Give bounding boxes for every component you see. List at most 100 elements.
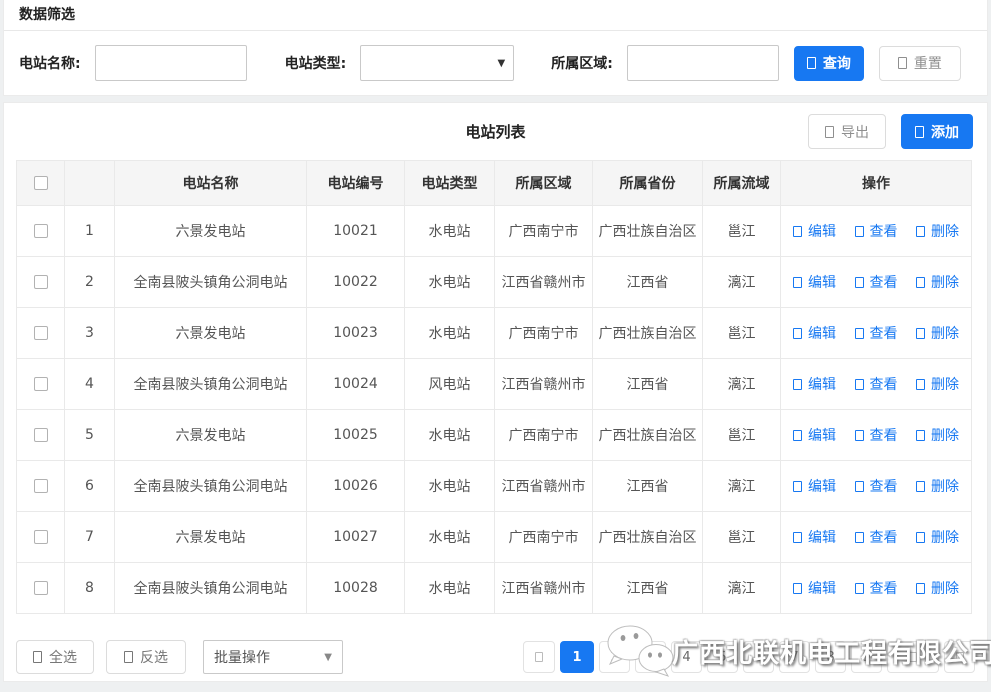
page-button-2[interactable]: 2	[599, 641, 630, 673]
view-link-label: 查看	[870, 323, 898, 343]
station-type-label: 电站类型:	[285, 53, 347, 73]
search-icon	[807, 57, 816, 69]
view-link[interactable]: 查看	[855, 272, 898, 292]
station-name-input[interactable]	[95, 45, 247, 81]
page-button-8[interactable]: 8	[815, 641, 846, 673]
delete-link[interactable]: 删除	[916, 374, 959, 394]
table-row: 6全南县陂头镇角公洞电站10026水电站江西省赣州市江西省漓江编辑查看删除	[17, 461, 972, 512]
edit-link[interactable]: 编辑	[793, 425, 836, 445]
view-link-label: 查看	[870, 425, 898, 445]
delete-link[interactable]: 删除	[916, 476, 959, 496]
page-button-9[interactable]: 9	[851, 641, 882, 673]
edit-icon	[793, 328, 802, 339]
prev-page-icon	[535, 652, 543, 662]
last-page-icon	[956, 652, 964, 662]
row-checkbox[interactable]	[34, 275, 48, 289]
delete-link[interactable]: 删除	[916, 272, 959, 292]
invert-select-button[interactable]: 反选	[106, 640, 186, 674]
page-button-3[interactable]: 3	[635, 641, 666, 673]
delete-link[interactable]: 删除	[916, 425, 959, 445]
reset-button[interactable]: 重置	[879, 46, 961, 81]
station-name-cell: 六景发电站	[115, 512, 307, 563]
edit-link[interactable]: 编辑	[793, 374, 836, 394]
delete-icon	[916, 430, 925, 441]
row-checkbox[interactable]	[34, 530, 48, 544]
delete-link-label: 删除	[931, 476, 959, 496]
prev-page-button[interactable]	[523, 641, 555, 673]
table-row: 1六景发电站10021水电站广西南宁市广西壮族自治区邕江编辑查看删除	[17, 206, 972, 257]
edit-link-label: 编辑	[808, 323, 836, 343]
view-link-label: 查看	[870, 221, 898, 241]
view-link[interactable]: 查看	[855, 476, 898, 496]
view-link[interactable]: 查看	[855, 374, 898, 394]
page-button-6[interactable]: 6	[743, 641, 774, 673]
row-index: 1	[65, 206, 115, 257]
province-cell: 广西壮族自治区	[593, 308, 703, 359]
station-name-cell: 全南县陂头镇角公洞电站	[115, 563, 307, 614]
edit-link-label: 编辑	[808, 578, 836, 598]
view-link[interactable]: 查看	[855, 425, 898, 445]
row-index: 7	[65, 512, 115, 563]
delete-icon	[916, 379, 925, 390]
basin-cell: 漓江	[703, 359, 781, 410]
select-all-checkbox[interactable]	[34, 176, 48, 190]
row-checkbox[interactable]	[34, 224, 48, 238]
delete-link[interactable]: 删除	[916, 221, 959, 241]
region-input[interactable]	[627, 45, 779, 81]
station-list-panel: 电站列表 导出 添加 电站名称 电站编号 电站类型	[3, 102, 988, 682]
select-all-button[interactable]: 全选	[16, 640, 94, 674]
delete-link-label: 删除	[931, 527, 959, 547]
station-code-cell: 10024	[307, 359, 405, 410]
station-type-cell: 风电站	[405, 359, 495, 410]
station-type-cell: 水电站	[405, 410, 495, 461]
next-page-button[interactable]	[887, 641, 939, 673]
view-link[interactable]: 查看	[855, 578, 898, 598]
last-page-button[interactable]	[944, 641, 975, 673]
page-button-5[interactable]: 5	[707, 641, 738, 673]
edit-link[interactable]: 编辑	[793, 272, 836, 292]
edit-link-label: 编辑	[808, 374, 836, 394]
view-link[interactable]: 查看	[855, 527, 898, 547]
page-button-4[interactable]: 4	[671, 641, 702, 673]
row-checkbox[interactable]	[34, 428, 48, 442]
page-button-1[interactable]: 1	[560, 641, 594, 673]
row-checkbox[interactable]	[34, 377, 48, 391]
add-button[interactable]: 添加	[901, 114, 973, 149]
plus-icon	[915, 126, 924, 138]
edit-link[interactable]: 编辑	[793, 527, 836, 547]
row-checkbox[interactable]	[34, 581, 48, 595]
delete-link-label: 删除	[931, 272, 959, 292]
row-checkbox[interactable]	[34, 479, 48, 493]
row-checkbox[interactable]	[34, 326, 48, 340]
station-code-cell: 10028	[307, 563, 405, 614]
export-button[interactable]: 导出	[808, 114, 886, 149]
view-icon	[855, 532, 864, 543]
row-index: 4	[65, 359, 115, 410]
page-button-7[interactable]: 7	[779, 641, 810, 673]
query-button[interactable]: 查询	[794, 46, 864, 81]
export-button-label: 导出	[841, 122, 869, 142]
station-code-cell: 10027	[307, 512, 405, 563]
delete-link-label: 删除	[931, 425, 959, 445]
table-footer: 全选 反选 批量操作 ▼ 1 2 3 4 5 6 7 8	[16, 640, 975, 674]
batch-action-label: 批量操作	[214, 647, 270, 667]
region-cell: 广西南宁市	[495, 512, 593, 563]
delete-link[interactable]: 删除	[916, 323, 959, 343]
edit-link-label: 编辑	[808, 527, 836, 547]
edit-link[interactable]: 编辑	[793, 476, 836, 496]
query-button-label: 查询	[823, 53, 851, 73]
check-icon	[33, 651, 42, 663]
view-icon	[855, 481, 864, 492]
view-link[interactable]: 查看	[855, 323, 898, 343]
delete-link[interactable]: 删除	[916, 578, 959, 598]
edit-icon	[793, 481, 802, 492]
edit-link[interactable]: 编辑	[793, 578, 836, 598]
edit-link[interactable]: 编辑	[793, 221, 836, 241]
delete-link[interactable]: 删除	[916, 527, 959, 547]
edit-link[interactable]: 编辑	[793, 323, 836, 343]
batch-action-select[interactable]: 批量操作 ▼	[203, 640, 343, 674]
station-type-select[interactable]: ▼	[360, 45, 514, 81]
view-icon	[855, 277, 864, 288]
view-link[interactable]: 查看	[855, 221, 898, 241]
table-row: 5六景发电站10025水电站广西南宁市广西壮族自治区邕江编辑查看删除	[17, 410, 972, 461]
